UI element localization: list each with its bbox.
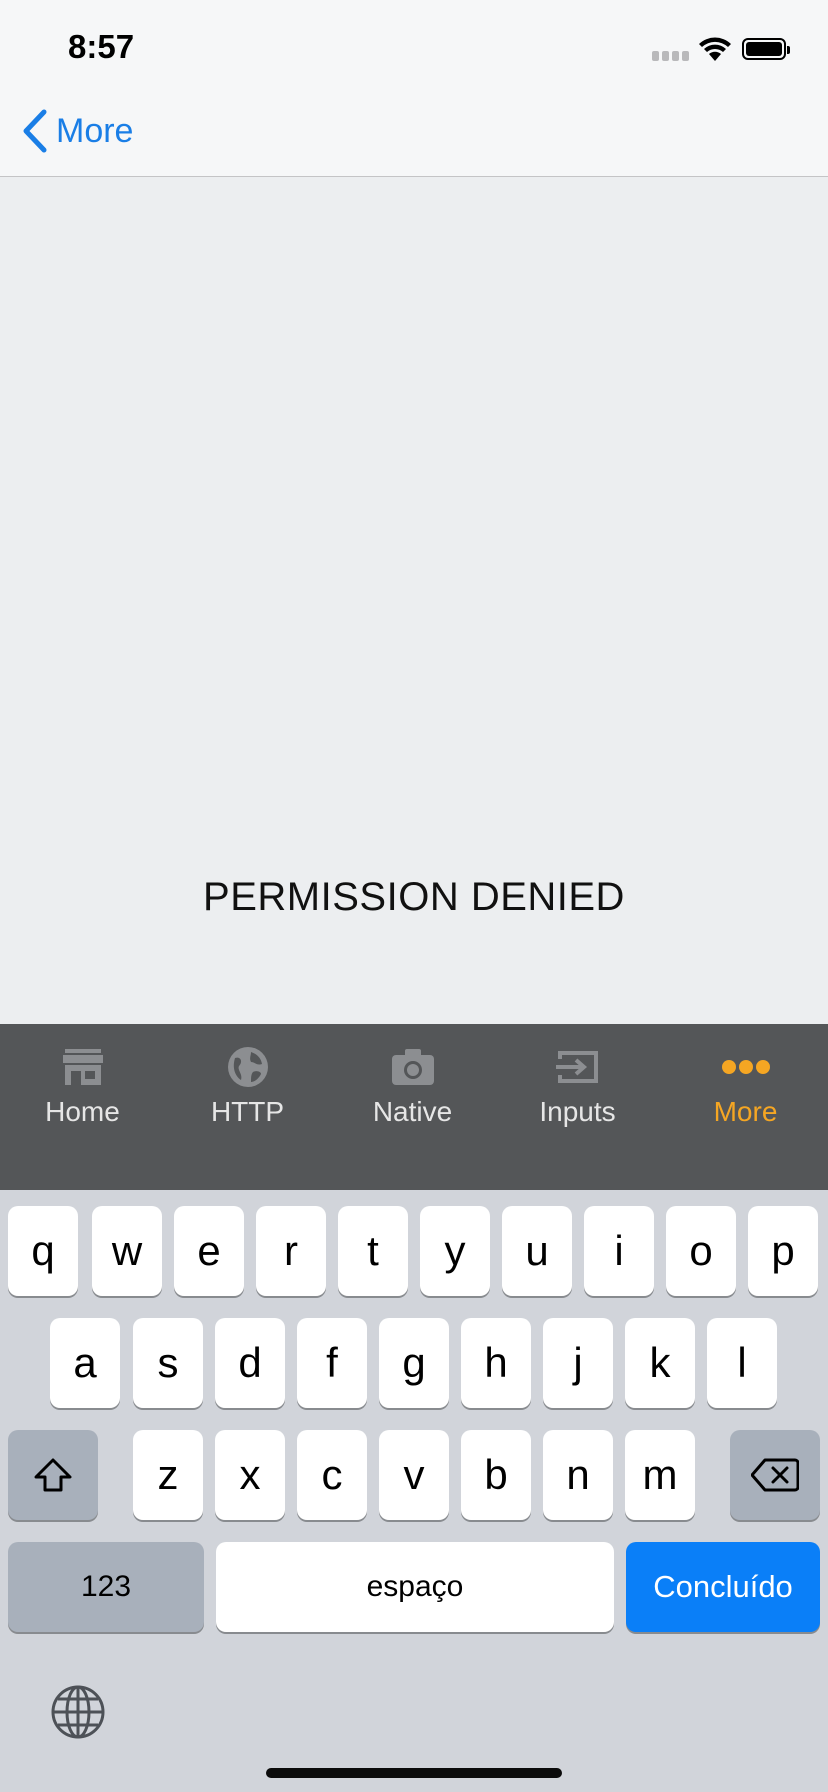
tab-native[interactable]: Native [330,1042,495,1128]
permission-message: PERMISSION DENIED [203,875,625,919]
key-t[interactable]: t [338,1206,408,1296]
cellular-signal-icon [652,48,692,66]
key-m[interactable]: m [625,1430,695,1520]
back-button[interactable]: More [22,106,133,156]
content-area: PERMISSION DENIED [0,177,828,1024]
key-s[interactable]: s [133,1318,203,1408]
key-b[interactable]: b [461,1430,531,1520]
status-bar: 8:57 [0,0,828,88]
key-x[interactable]: x [215,1430,285,1520]
key-f[interactable]: f [297,1318,367,1408]
navigation-bar: More [0,88,828,177]
key-y[interactable]: y [420,1206,490,1296]
key-e[interactable]: e [174,1206,244,1296]
key-l[interactable]: l [707,1318,777,1408]
key-j[interactable]: j [543,1318,613,1408]
key-g[interactable]: g [379,1318,449,1408]
store-icon [0,1042,165,1092]
tab-more[interactable]: More [663,1042,828,1128]
key-a[interactable]: a [50,1318,120,1408]
key-u[interactable]: u [502,1206,572,1296]
globe-icon [51,1685,105,1739]
key-c[interactable]: c [297,1430,367,1520]
key-d[interactable]: d [215,1318,285,1408]
delete-key[interactable] [730,1430,820,1520]
chevron-left-icon [23,109,47,153]
tab-home-label: Home [45,1096,120,1127]
tab-more-label: More [713,1096,778,1127]
home-indicator [266,1768,562,1778]
tab-inputs-label: Inputs [539,1096,616,1127]
key-z[interactable]: z [133,1430,203,1520]
key-q[interactable]: q [8,1206,78,1296]
key-p[interactable]: p [748,1206,818,1296]
key-n[interactable]: n [543,1430,613,1520]
key-h[interactable]: h [461,1318,531,1408]
tab-http[interactable]: HTTP [165,1042,330,1128]
keyboard-globe-button[interactable] [50,1684,106,1740]
more-dots-icon [663,1042,828,1092]
key-r[interactable]: r [256,1206,326,1296]
globe-icon [165,1042,330,1092]
back-button-label: More [56,111,134,150]
key-k[interactable]: k [625,1318,695,1408]
tab-http-label: HTTP [210,1096,285,1127]
numbers-key[interactable]: 123 [8,1542,204,1632]
key-v[interactable]: v [379,1430,449,1520]
wifi-icon [698,36,732,67]
battery-icon [742,38,790,60]
done-key[interactable]: Concluído [626,1542,820,1632]
delete-icon [751,1458,799,1492]
tab-bar: Home HTTP Native Inputs More [0,1024,828,1190]
shift-key[interactable] [8,1430,98,1520]
tab-inputs[interactable]: Inputs [495,1042,660,1128]
key-w[interactable]: w [92,1206,162,1296]
key-o[interactable]: o [666,1206,736,1296]
input-icon [495,1042,660,1092]
camera-icon [330,1042,495,1092]
tab-native-label: Native [372,1096,453,1127]
shift-icon [34,1458,72,1492]
tab-home[interactable]: Home [0,1042,165,1128]
space-key[interactable]: espaço [216,1542,614,1632]
key-i[interactable]: i [584,1206,654,1296]
keyboard: q w e r t y u i o p a s d f g h j k l z … [0,1190,828,1792]
status-time: 8:57 [68,28,135,65]
